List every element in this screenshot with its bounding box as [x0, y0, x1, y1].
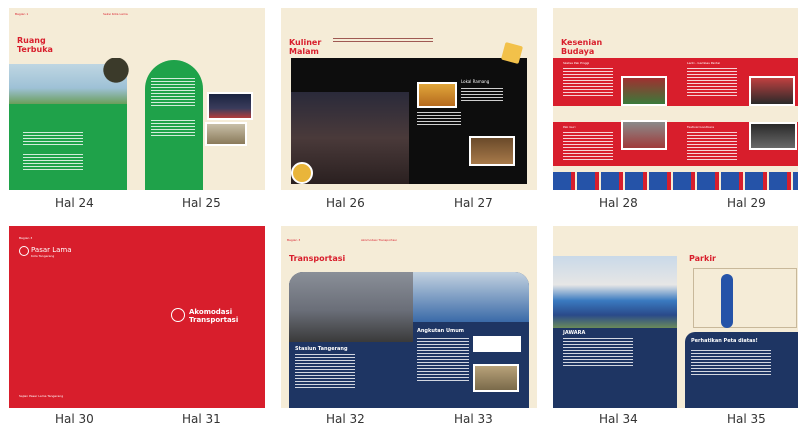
art-photo-4 — [749, 122, 797, 150]
card-label-3: Pak Guri — [563, 125, 576, 129]
card-label-4: Festival Goodbara — [687, 125, 715, 129]
section-icon — [171, 308, 185, 322]
map-note: Perhatikan Peta diatas! — [691, 338, 758, 344]
page-label-24: Hal 24 — [55, 196, 94, 210]
brand-logo-icon — [19, 246, 29, 256]
brand-name: Pasar Lama — [31, 246, 72, 254]
spread-26-27[interactable]: Kuliner Malam Lokal Ramang — [281, 8, 537, 190]
bus-heading: JAWARA — [563, 330, 586, 336]
art-photo-3 — [621, 120, 667, 150]
route-table — [473, 336, 521, 352]
card-label-1: Sketsa Pak Pinggi — [563, 61, 590, 65]
page-label-32: Hal 32 — [326, 412, 365, 426]
header-right: Seksi Kota Lama — [103, 12, 128, 16]
tree-silhouette — [103, 58, 129, 98]
station-photo — [289, 272, 413, 342]
spread-title: Parkir — [689, 254, 716, 263]
bus-photo — [553, 256, 677, 328]
river-shape — [721, 274, 733, 328]
kicker: Bagian 3 — [19, 236, 33, 240]
page-label-33: Hal 33 — [454, 412, 493, 426]
food-photo-2 — [469, 136, 515, 166]
footer-text: Sajian Pasar Lama Tangerang — [19, 394, 64, 398]
art-photo-1 — [621, 76, 667, 106]
spread-32-33[interactable]: Bagian 3 Akomodasi Transportasi Transpor… — [281, 226, 537, 408]
night-photo — [207, 92, 253, 120]
van-photo — [473, 364, 519, 392]
page-spreads-grid: Bagian 1 Seksi Kota Lama Ruang Terbuka H… — [0, 0, 798, 426]
spread-title: Ruang Terbuka — [17, 36, 53, 54]
spread-title: Kuliner Malam — [289, 38, 322, 56]
brand-sub: Kota Tangerang — [31, 254, 55, 258]
spread-28-29[interactable]: Kesenian Budaya Sketsa Pak Pinggi Lanti … — [553, 8, 798, 190]
angkot-heading: Angkutan Umum — [417, 328, 464, 334]
header-left: Bagian 1 — [15, 12, 29, 16]
page-label-25: Hal 25 — [182, 196, 221, 210]
spread-title: Kesenian Budaya — [561, 38, 603, 56]
card-label-2: Lanti - Gambas Pantai — [687, 61, 721, 65]
food-bowl — [291, 162, 313, 184]
page-label-27: Hal 27 — [454, 196, 493, 210]
art-photo-2 — [749, 76, 795, 106]
station-heading: Stasiun Tangerang — [295, 346, 348, 352]
green-panel-left — [9, 104, 127, 190]
food-photo-1 — [417, 82, 457, 108]
page-label-34: Hal 34 — [599, 412, 638, 426]
spread-24-25[interactable]: Bagian 1 Seksi Kota Lama Ruang Terbuka — [9, 8, 265, 190]
page-label-35: Hal 35 — [727, 412, 766, 426]
spread-title: Transportasi — [289, 254, 346, 263]
section-title: Akomodasi Transportasi — [189, 308, 239, 324]
header-left: Bagian 3 — [287, 238, 301, 242]
page-label-26: Hal 26 — [326, 196, 365, 210]
bridge-photo — [205, 122, 247, 146]
page-label-28: Hal 28 — [599, 196, 638, 210]
header-right: Akomodasi Transportasi — [361, 238, 397, 242]
food-caption: Lokal Ramang — [461, 79, 490, 84]
angkot-photo — [413, 272, 529, 322]
page-label-29: Hal 29 — [727, 196, 766, 210]
spread-34-35[interactable]: JAWARA Parkir Perhatikan Peta diatas! — [553, 226, 798, 408]
parking-map — [693, 268, 797, 328]
page-label-30: Hal 30 — [55, 412, 94, 426]
spread-30-31[interactable]: Bagian 3 Pasar Lama Kota Tangerang Akomo… — [9, 226, 265, 408]
wave-decoration — [553, 172, 798, 190]
page-label-31: Hal 31 — [182, 412, 221, 426]
